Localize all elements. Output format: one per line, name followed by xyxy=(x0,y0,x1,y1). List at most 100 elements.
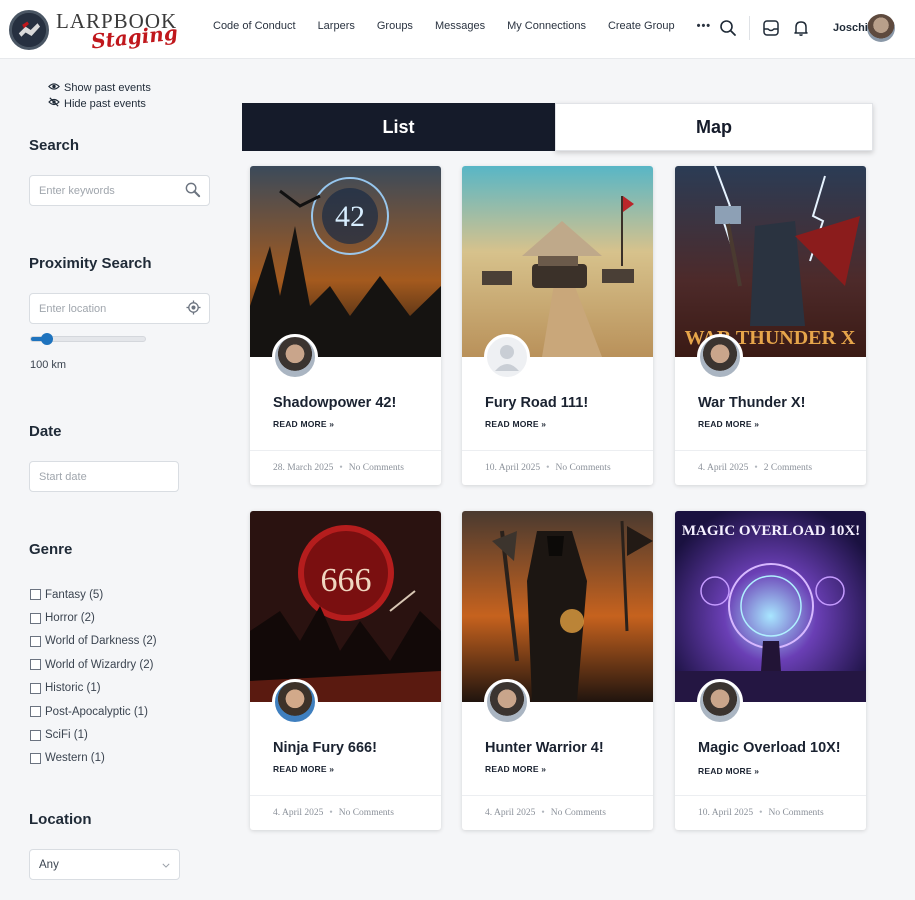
inbox-icon[interactable] xyxy=(761,18,781,38)
hide-past-events-label: Hide past events xyxy=(64,97,146,110)
meta-separator: • xyxy=(759,808,763,818)
genre-option-world-of-wizardry[interactable]: World of Wizardry (2) xyxy=(30,653,157,676)
nav-groups[interactable]: Groups xyxy=(377,20,413,32)
start-date-input[interactable]: Start date xyxy=(29,461,179,492)
show-past-events-label: Show past events xyxy=(64,82,151,94)
author-avatar[interactable] xyxy=(697,334,743,380)
comment-count[interactable]: No Comments xyxy=(349,463,404,473)
proximity-search-heading: Proximity Search xyxy=(29,255,152,272)
read-more-link[interactable]: READ MORE » xyxy=(485,764,546,774)
genre-option-horror[interactable]: Horror (2) xyxy=(30,606,157,629)
event-title[interactable]: Fury Road 111! xyxy=(485,392,645,414)
event-image[interactable]: 42 xyxy=(250,166,441,357)
nav-larpers[interactable]: Larpers xyxy=(318,20,355,32)
author-avatar[interactable] xyxy=(484,679,530,725)
event-title[interactable]: Hunter Warrior 4! xyxy=(485,737,645,759)
event-card[interactable]: 42 Shadowpower 42! READ MORE » 28. March… xyxy=(250,166,441,485)
genre-option-world-of-darkness[interactable]: World of Darkness (2) xyxy=(30,630,157,653)
read-more-link[interactable]: READ MORE » xyxy=(485,419,546,429)
genre-option-fantasy[interactable]: Fantasy (5) xyxy=(30,583,157,606)
magnifier-icon[interactable] xyxy=(184,181,201,201)
default-avatar-icon[interactable] xyxy=(484,334,530,380)
genre-checkbox[interactable] xyxy=(30,706,41,718)
genre-checkbox[interactable] xyxy=(30,729,41,741)
nav-create-group[interactable]: Create Group xyxy=(608,20,675,32)
comment-count[interactable]: No Comments xyxy=(555,463,610,473)
read-more-link[interactable]: READ MORE » xyxy=(698,419,759,429)
eye-icon xyxy=(48,82,60,94)
image-caption: MAGIC OVERLOAD 10X! xyxy=(682,523,860,539)
event-title[interactable]: Magic Overload 10X! READ MORE » xyxy=(698,737,858,782)
radius-slider-handle[interactable] xyxy=(41,333,54,345)
author-avatar[interactable] xyxy=(697,679,743,725)
genre-checkbox[interactable] xyxy=(30,589,41,601)
event-image[interactable]: MAGIC OVERLOAD 10X! xyxy=(675,511,866,702)
author-avatar[interactable] xyxy=(272,679,318,725)
comment-count[interactable]: No Comments xyxy=(768,808,823,818)
search-icon[interactable] xyxy=(718,18,738,38)
user-avatar[interactable] xyxy=(867,14,895,42)
event-meta: 10. April 2025 • No Comments xyxy=(462,450,653,485)
meta-separator: • xyxy=(546,463,550,473)
event-image[interactable] xyxy=(462,511,653,702)
comment-count[interactable]: 2 Comments xyxy=(764,463,812,473)
meta-separator: • xyxy=(339,463,343,473)
genre-checkbox[interactable] xyxy=(30,635,41,647)
nav-my-connections[interactable]: My Connections xyxy=(507,20,586,32)
event-image[interactable] xyxy=(462,166,653,357)
event-card[interactable]: Hunter Warrior 4! READ MORE » 4. April 2… xyxy=(462,511,653,830)
genre-checkbox[interactable] xyxy=(30,752,41,764)
genre-checkbox[interactable] xyxy=(30,659,41,671)
keyword-search-placeholder: Enter keywords xyxy=(39,184,115,197)
user-name[interactable]: Joschi xyxy=(833,22,868,34)
event-card[interactable]: WAR THUNDER X War Thunder X! READ MORE »… xyxy=(675,166,866,485)
radius-value: 100 km xyxy=(30,359,67,371)
read-more-link[interactable]: READ MORE » xyxy=(273,419,334,429)
bell-icon[interactable] xyxy=(791,18,811,38)
location-select[interactable]: Any xyxy=(29,849,180,880)
genre-option-western[interactable]: Western (1) xyxy=(30,747,157,770)
genre-checkbox[interactable] xyxy=(30,612,41,624)
event-image[interactable]: WAR THUNDER X xyxy=(675,166,866,357)
event-date: 4. April 2025 xyxy=(273,808,324,818)
tab-list[interactable]: List xyxy=(242,103,555,151)
event-card[interactable]: 666 Ninja Fury 666! READ MORE » 4. April… xyxy=(250,511,441,830)
keyword-search-input[interactable]: Enter keywords xyxy=(29,175,210,206)
genre-label: Horror (2) xyxy=(45,612,95,625)
show-past-events-toggle[interactable]: Show past events xyxy=(48,82,151,94)
site-logo[interactable]: LARPBOOK Staging xyxy=(9,9,179,53)
event-title-text[interactable]: Magic Overload 10X! xyxy=(698,740,841,756)
genre-option-historic[interactable]: Historic (1) xyxy=(30,677,157,700)
read-more-link[interactable]: READ MORE » xyxy=(698,766,759,776)
genre-option-post-apocalyptic[interactable]: Post-Apocalyptic (1) xyxy=(30,700,157,723)
event-title[interactable]: Ninja Fury 666! xyxy=(273,737,433,759)
genre-option-scifi[interactable]: SciFi (1) xyxy=(30,723,157,746)
nav-code-of-conduct[interactable]: Code of Conduct xyxy=(213,20,296,32)
nav-messages[interactable]: Messages xyxy=(435,20,485,32)
event-image[interactable]: 666 xyxy=(250,511,441,702)
event-title[interactable]: War Thunder X! xyxy=(698,392,858,414)
location-select-value: Any xyxy=(39,858,59,871)
radius-slider[interactable] xyxy=(30,333,146,345)
genre-label: Historic (1) xyxy=(45,682,101,695)
author-avatar[interactable] xyxy=(272,334,318,380)
tab-map[interactable]: Map xyxy=(555,103,873,151)
genre-checkbox[interactable] xyxy=(30,682,41,694)
genre-label: World of Darkness (2) xyxy=(45,635,157,648)
event-date: 10. April 2025 xyxy=(485,463,541,473)
eye-slash-icon xyxy=(48,97,60,110)
comment-count[interactable]: No Comments xyxy=(339,808,394,818)
comment-count[interactable]: No Comments xyxy=(551,808,606,818)
genre-label: Fantasy (5) xyxy=(45,588,104,601)
event-card[interactable]: Fury Road 111! READ MORE » 10. April 202… xyxy=(462,166,653,485)
meta-separator: • xyxy=(754,463,758,473)
hide-past-events-toggle[interactable]: Hide past events xyxy=(48,97,146,110)
read-more-link[interactable]: READ MORE » xyxy=(273,764,334,774)
location-heading: Location xyxy=(29,811,92,828)
event-title[interactable]: Shadowpower 42! xyxy=(273,392,433,414)
location-input[interactable]: Enter location xyxy=(29,293,210,324)
event-card[interactable]: MAGIC OVERLOAD 10X! Magic Overload 10X! … xyxy=(675,511,866,830)
locate-crosshair-icon[interactable] xyxy=(186,299,201,318)
nav-more-button[interactable]: ••• xyxy=(697,20,712,32)
genre-label: World of Wizardry (2) xyxy=(45,658,154,671)
